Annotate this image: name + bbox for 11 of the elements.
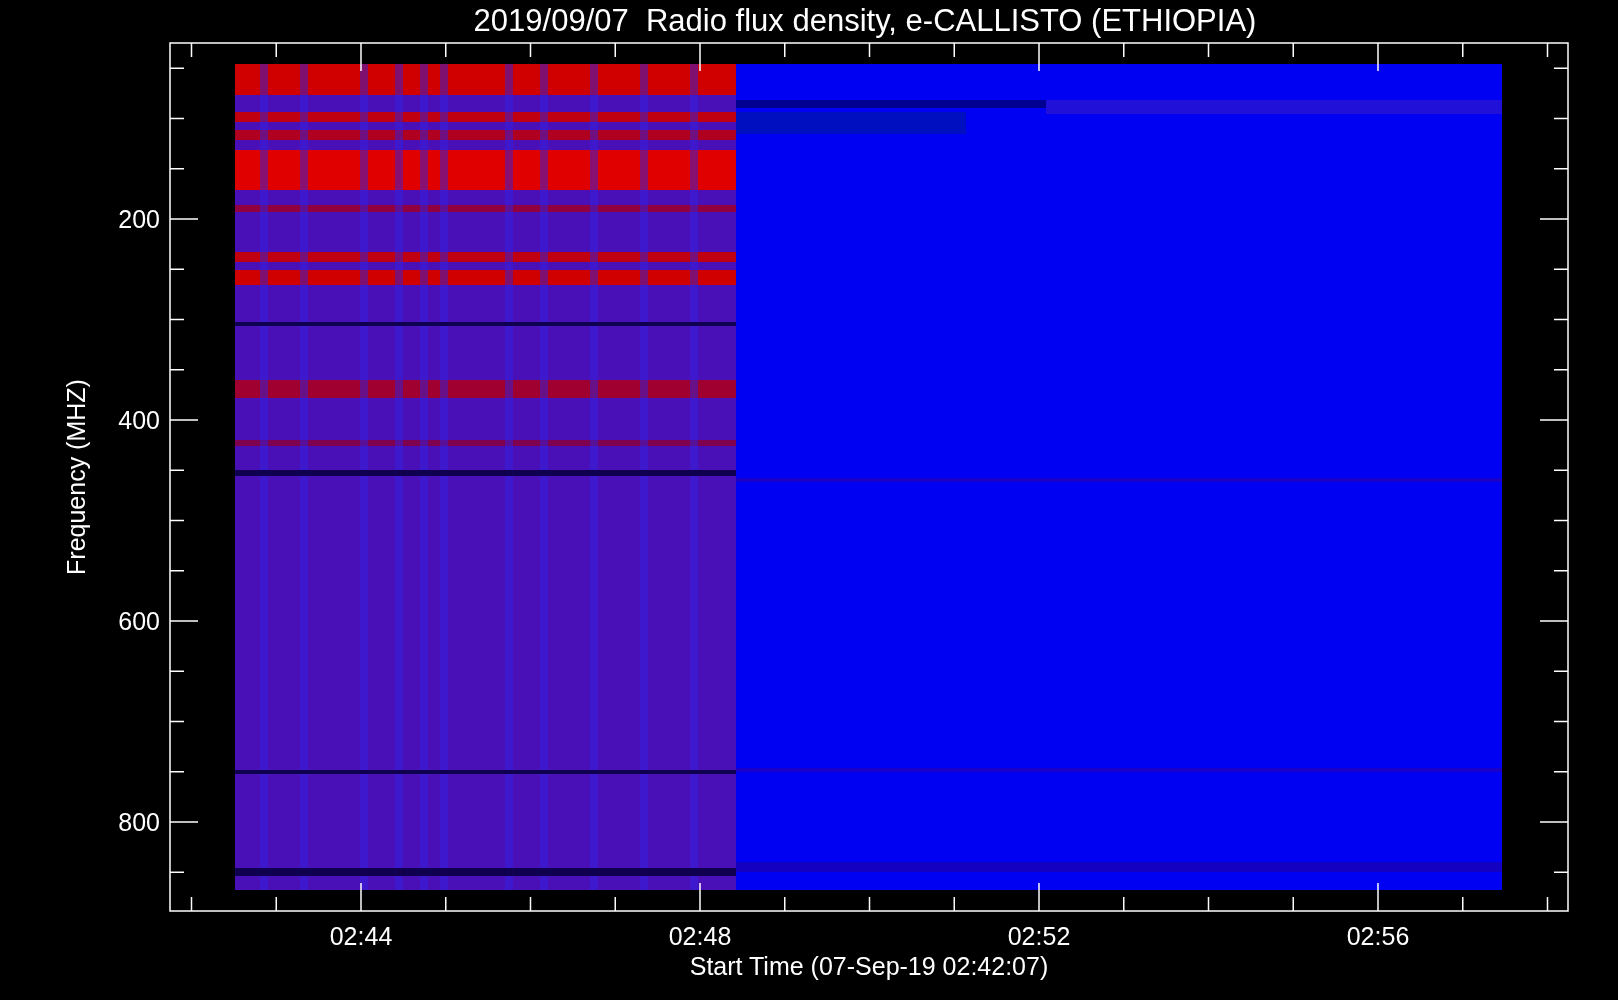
- y-tick-label: 400: [118, 406, 160, 434]
- x-tick-label: 02:52: [1007, 922, 1071, 950]
- x-axis-label: Start Time (07-Sep-19 02:42:07): [689, 952, 1049, 980]
- x-tick-label: 02:48: [668, 922, 732, 950]
- x-tick-label: 02:56: [1346, 922, 1410, 950]
- y-axis-label: Frequency (MHZ): [62, 379, 90, 575]
- y-tick-label: 600: [118, 607, 160, 635]
- y-tick-label: 200: [118, 205, 160, 233]
- y-tick-label: 800: [118, 808, 160, 836]
- plot-title: 2019/09/07 Radio flux density, e-CALLISTO (ETHIOPIA): [473, 3, 1257, 38]
- x-tick-label: 02:44: [329, 922, 393, 950]
